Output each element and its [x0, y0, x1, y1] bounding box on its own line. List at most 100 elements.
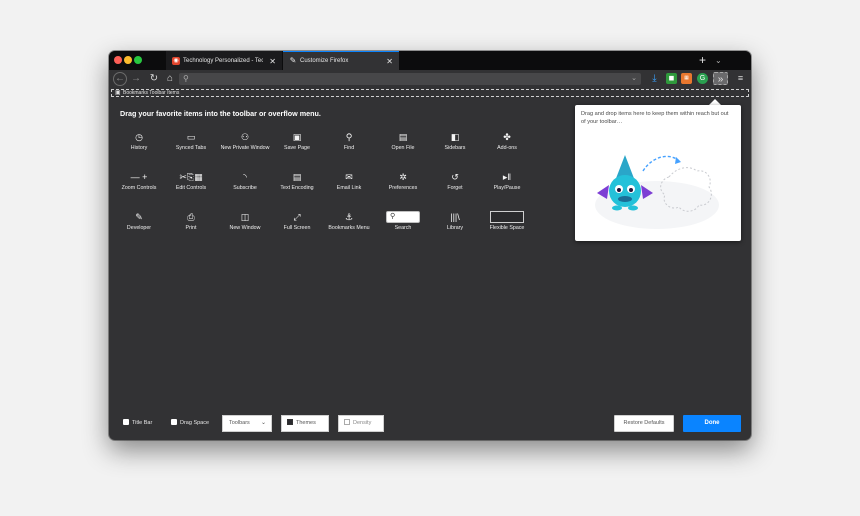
- list-all-tabs-button[interactable]: ⌄: [715, 51, 722, 70]
- palette-item-preferences[interactable]: ✲ Preferences: [375, 171, 431, 192]
- sidebar-icon: ◧: [450, 132, 460, 142]
- gear-icon: ✲: [399, 172, 407, 182]
- palette-item-subscribe[interactable]: ◝ Subscribe: [217, 171, 273, 192]
- themes-button[interactable]: Themes: [281, 415, 329, 432]
- close-tab-icon[interactable]: ✕: [386, 52, 393, 71]
- scissors-copy-paste-icon: ✂⎘▦: [179, 172, 203, 182]
- window-icon: ◫: [240, 212, 250, 222]
- close-tab-icon[interactable]: ✕: [269, 52, 276, 71]
- search-icon: ⚲: [345, 132, 353, 142]
- palette-item-zoom-controls[interactable]: — + Zoom Controls: [111, 171, 167, 192]
- palette-item-forget[interactable]: ↺ Forget: [427, 171, 483, 192]
- url-bar[interactable]: ⚲ ⌄: [179, 73, 641, 85]
- tab-technology-personalized[interactable]: ◉ Technology Personalized - Tec ✕: [166, 51, 282, 71]
- maximize-window-button[interactable]: [134, 56, 142, 64]
- palette-item-label: Subscribe: [233, 185, 257, 191]
- palette-item-label: Sidebars: [444, 145, 466, 151]
- palette-item-label: New Private Window: [220, 145, 270, 151]
- hamburger-menu-icon[interactable]: ≡: [735, 73, 746, 84]
- palette-item-history[interactable]: ◷ History: [111, 131, 167, 152]
- minimize-window-button[interactable]: [124, 56, 132, 64]
- palette-item-print[interactable]: ⎙ Print: [163, 211, 219, 232]
- navigation-toolbar: ← → ↻ ⌂ ⚲ ⌄ ⤓ ◼ ▦ G » ≡: [109, 70, 751, 88]
- palette-item-label: Synced Tabs: [175, 145, 207, 151]
- forward-button[interactable]: →: [129, 72, 143, 86]
- text-encoding-icon: ▤: [292, 172, 302, 182]
- palette-item-label: History: [130, 145, 148, 151]
- palette-item-save-page[interactable]: ▣ Save Page: [269, 131, 325, 152]
- puzzle-icon: ✤: [503, 132, 511, 142]
- folder-icon: ▣: [292, 132, 302, 142]
- tab-title: Customize Firefox: [300, 58, 349, 64]
- palette-item-add-ons[interactable]: ✤ Add-ons: [479, 131, 535, 152]
- search-icon: ⚲: [183, 74, 189, 83]
- palette-item-search[interactable]: ⚲ Search: [375, 211, 431, 232]
- palette-item-library[interactable]: |||\ Library: [427, 211, 483, 232]
- palette-item-full-screen[interactable]: ⤢ Full Screen: [269, 211, 325, 232]
- palette-item-developer[interactable]: ✎ Developer: [111, 211, 167, 232]
- tab-bar: ◉ Technology Personalized - Tec ✕ ✎ Cust…: [109, 51, 751, 71]
- palette-item-label: Flexible Space: [489, 225, 525, 231]
- checkbox-icon: [171, 418, 177, 425]
- palette-item-new-window[interactable]: ◫ New Window: [217, 211, 273, 232]
- palette-item-label: Library: [446, 225, 464, 231]
- palette-item-label: Open File: [391, 145, 415, 151]
- restore-defaults-button[interactable]: Restore Defaults: [614, 415, 674, 432]
- palette-item-flexible-space[interactable]: Flexible Space: [479, 211, 535, 232]
- palette-item-edit-controls[interactable]: ✂⎘▦ Edit Controls: [163, 171, 219, 192]
- firefox-icon: ◉: [172, 57, 180, 65]
- new-tab-button[interactable]: +: [699, 51, 706, 70]
- palette-item-label: Developer: [126, 225, 152, 231]
- palette-item-synced-tabs[interactable]: ▭ Synced Tabs: [163, 131, 219, 152]
- palette-item-label: Text Encoding: [280, 185, 314, 191]
- back-button[interactable]: ←: [113, 72, 127, 86]
- palette-item-sidebars[interactable]: ◧ Sidebars: [427, 131, 483, 152]
- palette-item-find[interactable]: ⚲ Find: [321, 131, 377, 152]
- density-icon: [344, 418, 350, 425]
- palette-item-new-private-window[interactable]: ⚇ New Private Window: [217, 131, 273, 152]
- palette-item-play-pause[interactable]: ▸‖ Play/Pause: [479, 171, 535, 192]
- tab-customize-firefox[interactable]: ✎ Customize Firefox ✕: [283, 51, 399, 70]
- drag-space-checkbox[interactable]: Drag Space: [171, 415, 209, 432]
- toolbars-dropdown[interactable]: Toolbars ⌄: [222, 415, 272, 432]
- bookmarks-toolbar[interactable]: ▣ Bookmarks Toolbar Items: [111, 89, 749, 97]
- close-window-button[interactable]: [114, 56, 122, 64]
- grammarly-icon[interactable]: G: [697, 73, 708, 84]
- rss-icon: ◝: [243, 172, 247, 182]
- envelope-icon: ✉: [345, 172, 353, 182]
- tab-title: Technology Personalized - Tec: [183, 58, 263, 64]
- extension-icon[interactable]: ▦: [681, 73, 692, 84]
- palette-item-label: Find: [343, 145, 355, 151]
- palette-item-label: Zoom Controls: [121, 185, 157, 191]
- palette-item-label: Print: [185, 225, 197, 231]
- palette-item-label: Bookmarks Menu: [328, 225, 370, 231]
- done-button[interactable]: Done: [683, 415, 741, 432]
- reload-button[interactable]: ↻: [147, 72, 161, 86]
- chevron-down-icon[interactable]: ⌄: [631, 73, 637, 85]
- bookmarks-toolbar-label: Bookmarks Toolbar Items: [123, 90, 180, 96]
- customize-heading: Drag your favorite items into the toolba…: [120, 109, 321, 118]
- overflow-menu-button[interactable]: »: [713, 72, 728, 85]
- theme-swatch-icon: [287, 418, 293, 425]
- palette-item-open-file[interactable]: ▤ Open File: [375, 131, 431, 152]
- palette-item-bookmarks-menu[interactable]: ⚓ Bookmarks Menu: [321, 211, 377, 232]
- themes-label: Themes: [296, 420, 316, 426]
- download-icon[interactable]: ⤓: [649, 73, 660, 84]
- home-button[interactable]: ⌂: [163, 72, 177, 86]
- palette-item-text-encoding[interactable]: ▤ Text Encoding: [269, 171, 325, 192]
- palette-item-email-link[interactable]: ✉ Email Link: [321, 171, 377, 192]
- overflow-panel[interactable]: Drag and drop items here to keep them wi…: [575, 105, 741, 241]
- brush-icon: ✎: [289, 56, 297, 65]
- title-bar-checkbox[interactable]: Title Bar: [123, 415, 152, 432]
- bookmarks-icon: ▣: [115, 90, 121, 96]
- library-icon: |||\: [450, 212, 460, 222]
- extension-icon[interactable]: ◼: [666, 73, 677, 84]
- search-box-icon: ⚲: [386, 211, 420, 223]
- palette-item-label: Full Screen: [283, 225, 311, 231]
- density-button[interactable]: Density: [338, 415, 384, 432]
- density-label: Density: [353, 420, 372, 426]
- open-folder-icon: ▤: [398, 132, 408, 142]
- overflow-panel-text: Drag and drop items here to keep them wi…: [581, 111, 729, 125]
- palette-item-label: New Window: [229, 225, 261, 231]
- wrench-icon: ✎: [135, 212, 143, 222]
